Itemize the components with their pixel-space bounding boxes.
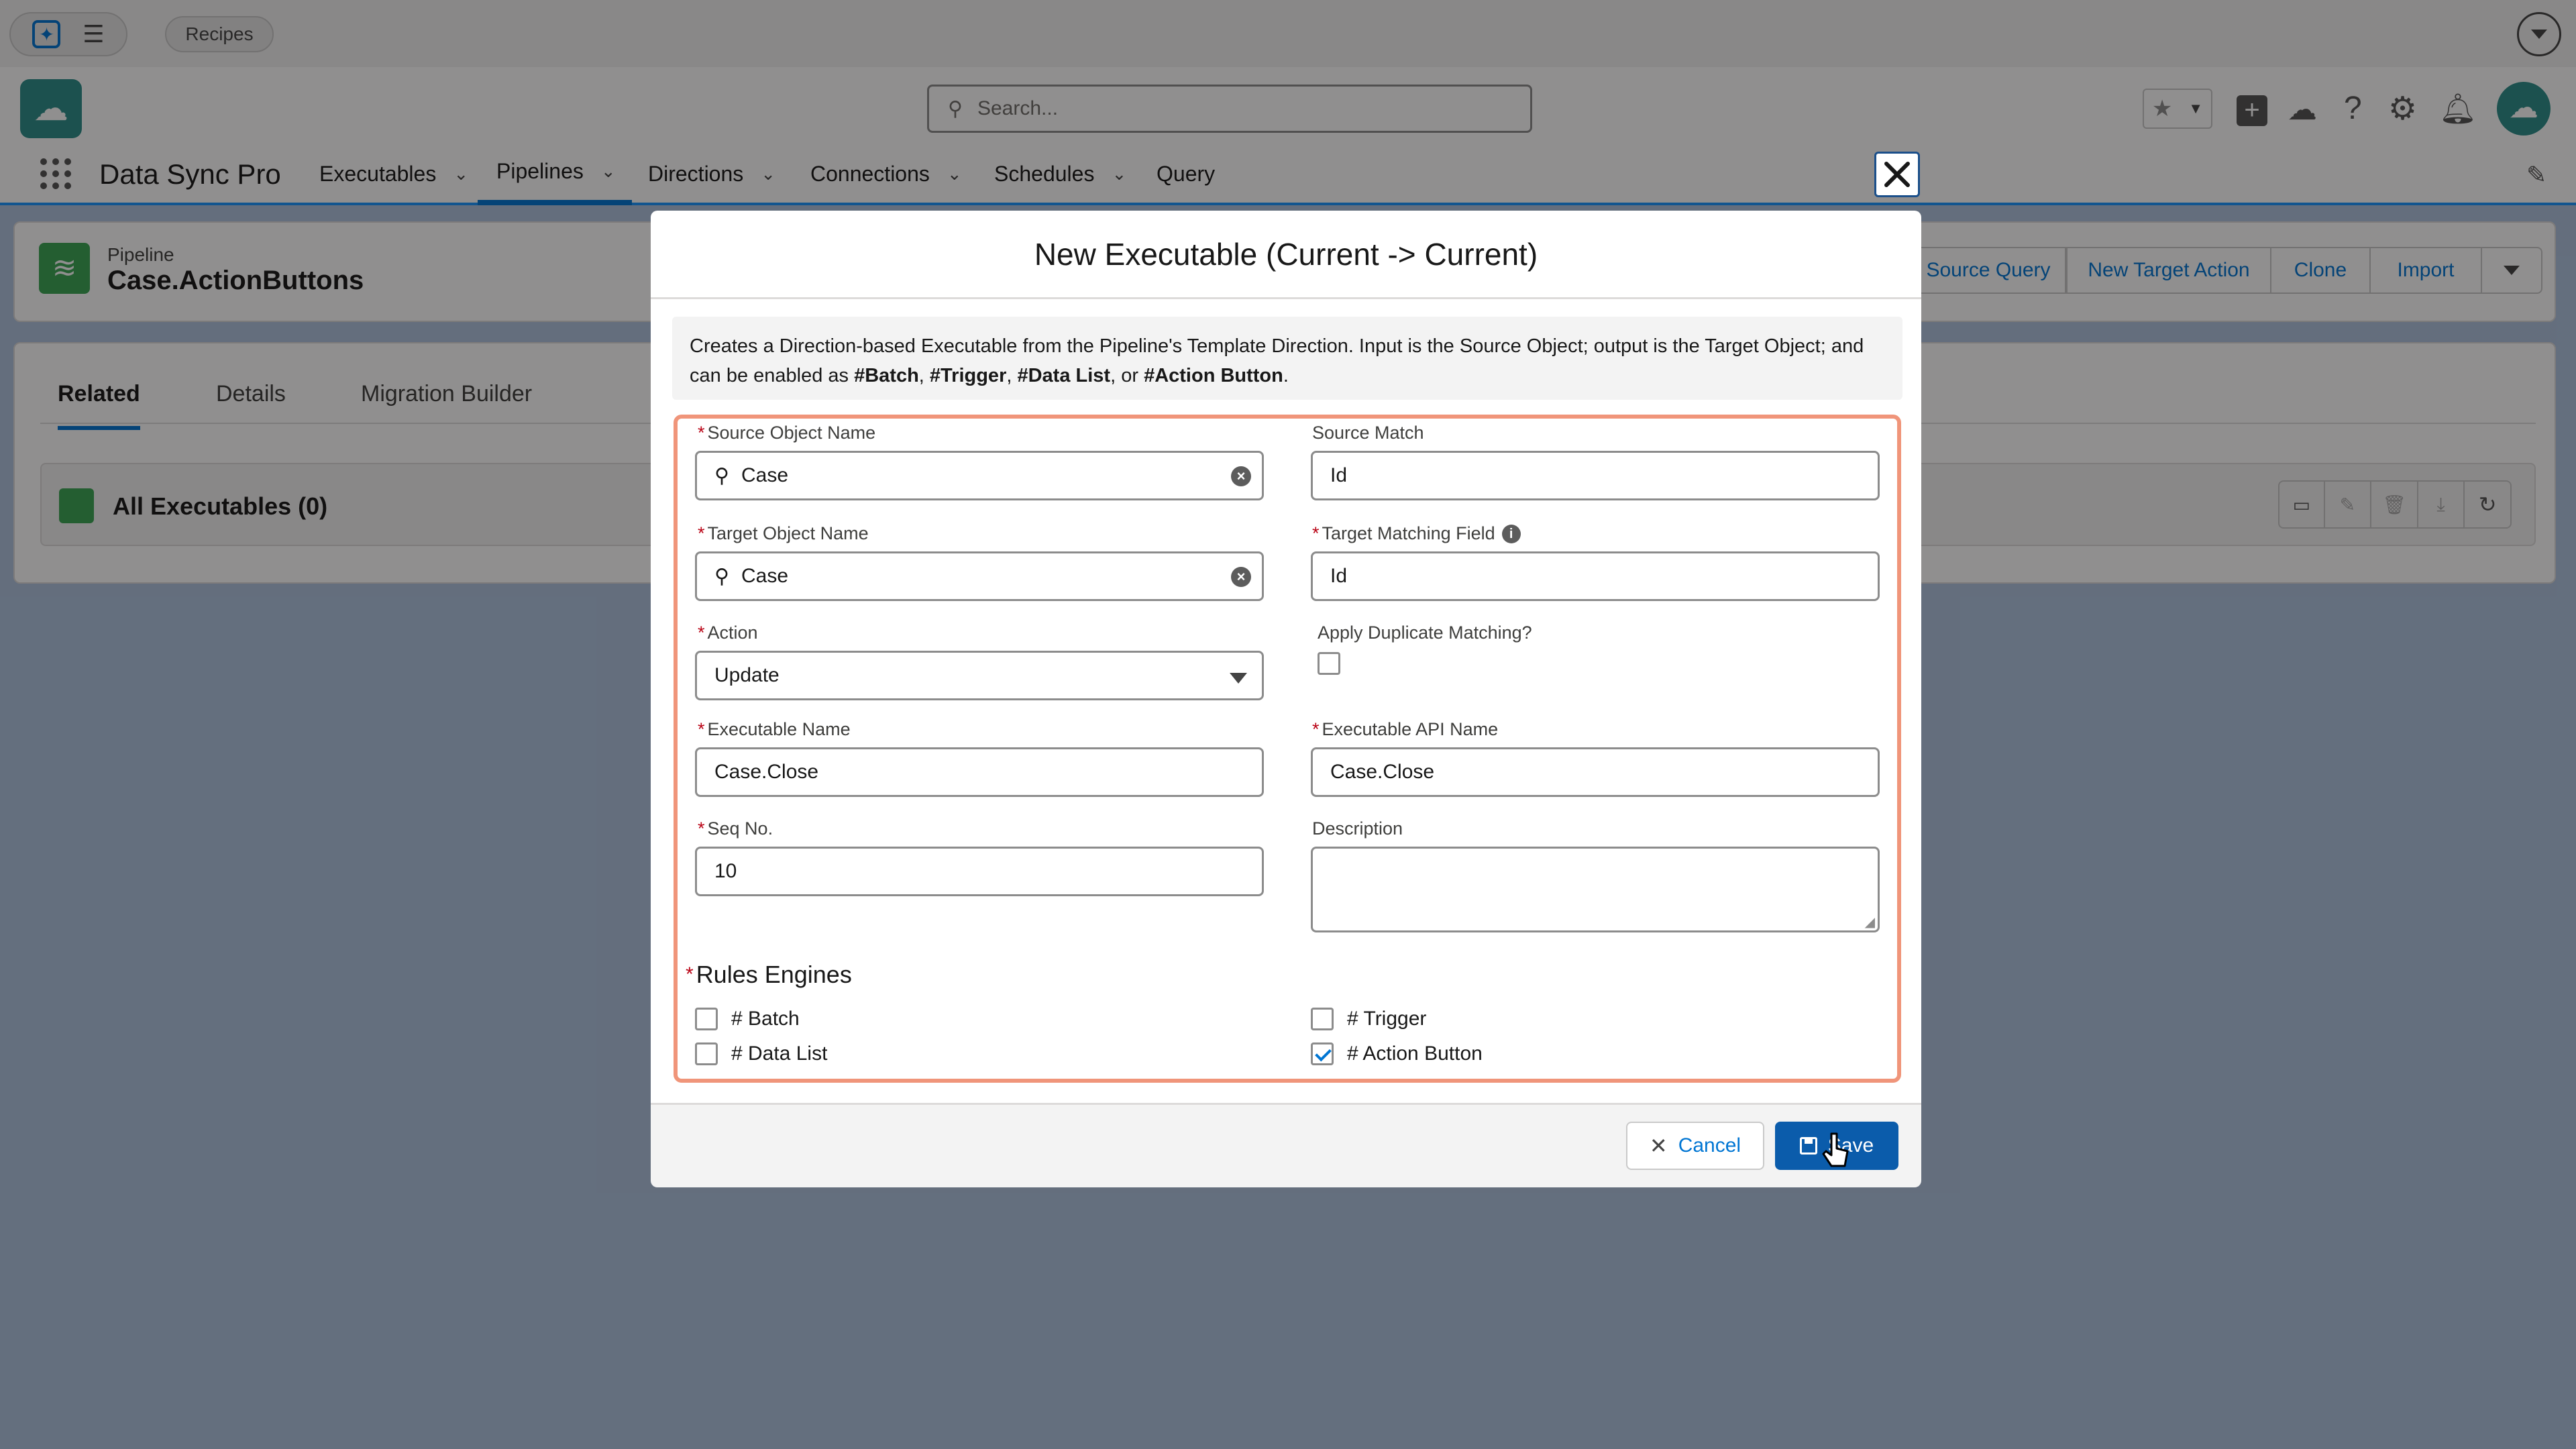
target-object-value: Case [741,565,789,587]
source-object-label: * Source Object Name [698,423,876,443]
action-label: * Action [698,623,758,643]
apply-duplicate-label: Apply Duplicate Matching? [1318,623,1532,643]
target-matching-input[interactable]: Id [1311,551,1880,601]
action-select[interactable]: Update [695,651,1264,700]
info-text-line-2: can be enabled as [690,365,855,386]
source-object-input[interactable]: ⚲ Case × [695,451,1264,500]
batch-label: # Batch [731,1008,800,1030]
target-object-input[interactable]: ⚲ Case × [695,551,1264,601]
description-textarea[interactable]: ◢ [1311,847,1880,932]
seq-no-value: 10 [714,860,737,882]
trigger-checkbox[interactable] [1311,1008,1334,1030]
info-text-line-1: Creates a Direction-based Executable fro… [690,335,1864,357]
resize-handle-icon[interactable]: ◢ [1865,914,1875,930]
close-icon [1884,162,1910,187]
save-floppy-icon [1799,1137,1817,1155]
info-or: , or [1110,365,1144,386]
action-button-label: # Action Button [1347,1042,1483,1065]
executable-name-input[interactable]: Case.Close [695,747,1264,797]
info-datalist: #Data List [1017,365,1111,386]
description-label: Description [1312,818,1403,839]
mouse-cursor-icon [1822,1131,1851,1175]
info-description: Creates a Direction-based Executable fro… [672,317,1902,400]
cancel-label: Cancel [1678,1134,1741,1157]
action-button-checkbox[interactable] [1311,1042,1334,1065]
trigger-label: # Trigger [1347,1008,1427,1030]
action-value: Update [714,664,780,686]
close-modal-button[interactable] [1874,152,1920,197]
target-matching-label: * Target Matching Field i [1312,523,1521,544]
executable-api-value: Case.Close [1330,761,1435,783]
info-actionbutton: #Action Button [1144,365,1283,386]
datalist-label: # Data List [731,1042,828,1065]
executable-api-label: * Executable API Name [1312,719,1499,739]
modal-title: New Executable (Current -> Current) [651,211,1921,299]
target-matching-value: Id [1330,565,1348,587]
search-icon: ⚲ [714,464,729,487]
info-batch: #Batch [854,365,919,386]
close-icon: ✕ [1649,1134,1668,1158]
rules-engines-heading: * Rules Engines [686,961,852,988]
source-object-value: Case [741,464,789,486]
clear-icon[interactable]: × [1231,567,1251,587]
seq-no-input[interactable]: 10 [695,847,1264,896]
clear-icon[interactable]: × [1231,466,1251,486]
executable-api-input[interactable]: Case.Close [1311,747,1880,797]
chevron-down-icon [1230,673,1247,684]
batch-checkbox[interactable] [695,1008,718,1030]
info-icon[interactable]: i [1501,524,1521,543]
source-match-input[interactable]: Id [1311,451,1880,500]
info-trigger: #Trigger [929,365,1007,386]
cancel-button[interactable]: ✕ Cancel [1626,1122,1764,1170]
source-match-value: Id [1330,464,1348,486]
source-match-label: Source Match [1312,423,1424,443]
executable-name-value: Case.Close [714,761,819,783]
executable-name-label: * Executable Name [698,719,851,739]
apply-duplicate-checkbox[interactable] [1318,652,1340,675]
target-object-label: * Target Object Name [698,523,869,543]
seq-no-label: * Seq No. [698,818,773,839]
search-icon: ⚲ [714,565,729,588]
datalist-checkbox[interactable] [695,1042,718,1065]
